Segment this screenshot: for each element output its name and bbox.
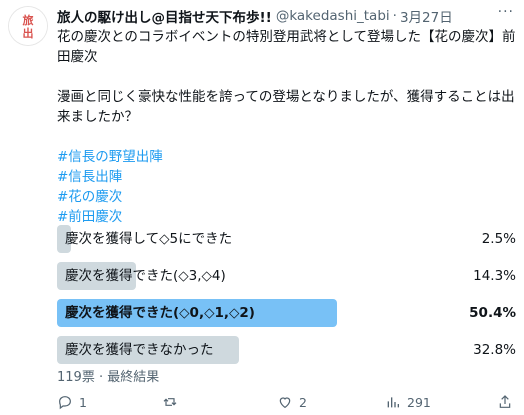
reply-count: 1 [79,394,87,410]
views-count: 291 [407,394,431,410]
tweet-text-line: 漫画と同じく豪快な性能を誇っての登場となりましたが、獲得することは出 [57,89,515,105]
separator: · [392,8,397,24]
poll-option: 慶次を獲得して◇5にできた 2.5% [57,225,516,253]
tweet-text-line: 田慶次 [57,49,98,65]
poll-option-percent: 2.5% [481,231,516,247]
like-button[interactable]: 2 [277,394,385,410]
tweet-header: 旅人の駆け出し@目指せ天下布歩!! @kakedashi_tabi · 3月27… [57,5,516,27]
author-handle[interactable]: @kakedashi_tabi [276,8,390,24]
views-chart-icon [387,397,399,408]
tweet-actions: 1 2 291 [57,392,516,412]
poll-option: 慶次を獲得できなかった 32.8% [57,336,516,364]
poll-option-label: 慶次を獲得できた(◇3,◇4) [65,268,226,284]
hashtag[interactable]: #花の慶次 [57,187,516,207]
poll-option-label: 慶次を獲得できなかった [65,342,214,358]
tweet-text-line: 来ましたか？ [57,109,138,125]
hashtag[interactable]: #前田慶次 [57,207,516,227]
views-button[interactable]: 291 [385,394,497,410]
retweet-icon [163,398,177,406]
poll-summary: 119票 · 最終結果 [57,370,160,385]
poll-option: 慶次を獲得できた(◇0,◇1,◇2) 50.4% [57,299,516,327]
tweet-date[interactable]: 3月27日 [400,6,453,26]
poll-option: 慶次を獲得できた(◇3,◇4) 14.3% [57,262,516,290]
reply-icon [59,396,71,410]
like-count: 2 [299,394,307,410]
poll-option-label: 慶次を獲得できた(◇0,◇1,◇2) [65,305,255,321]
share-button[interactable] [497,394,513,410]
tweet-text-line: 花の慶次とのコラボイベントの特別登用武将として登場した【花の慶次】前 [57,29,516,45]
avatar[interactable]: 旅 出 [8,6,48,46]
tweet-body: 花の慶次とのコラボイベントの特別登用武将として登場した【花の慶次】前 田慶次 漫… [57,27,516,227]
share-icon [499,395,511,408]
hashtag[interactable]: #信長の野望出陣 [57,147,516,167]
heart-icon [279,397,291,409]
hashtag[interactable]: #信長出陣 [57,167,516,187]
reply-button[interactable]: 1 [57,394,162,410]
poll-option-label: 慶次を獲得して◇5にできた [65,231,233,247]
avatar-logo-icon: 旅 出 [9,7,47,45]
retweet-button[interactable] [162,394,277,410]
svg-text:旅: 旅 [23,13,34,27]
author-name[interactable]: 旅人の駆け出し@目指せ天下布歩!! [57,6,272,26]
poll-option-percent: 50.4% [469,305,516,321]
poll: 慶次を獲得して◇5にできた 2.5% 慶次を獲得できた(◇3,◇4) 14.3%… [57,225,516,373]
poll-option-percent: 32.8% [473,342,516,358]
more-options-icon[interactable]: ··· [498,4,514,20]
svg-text:出: 出 [23,26,34,40]
poll-option-percent: 14.3% [473,268,516,284]
